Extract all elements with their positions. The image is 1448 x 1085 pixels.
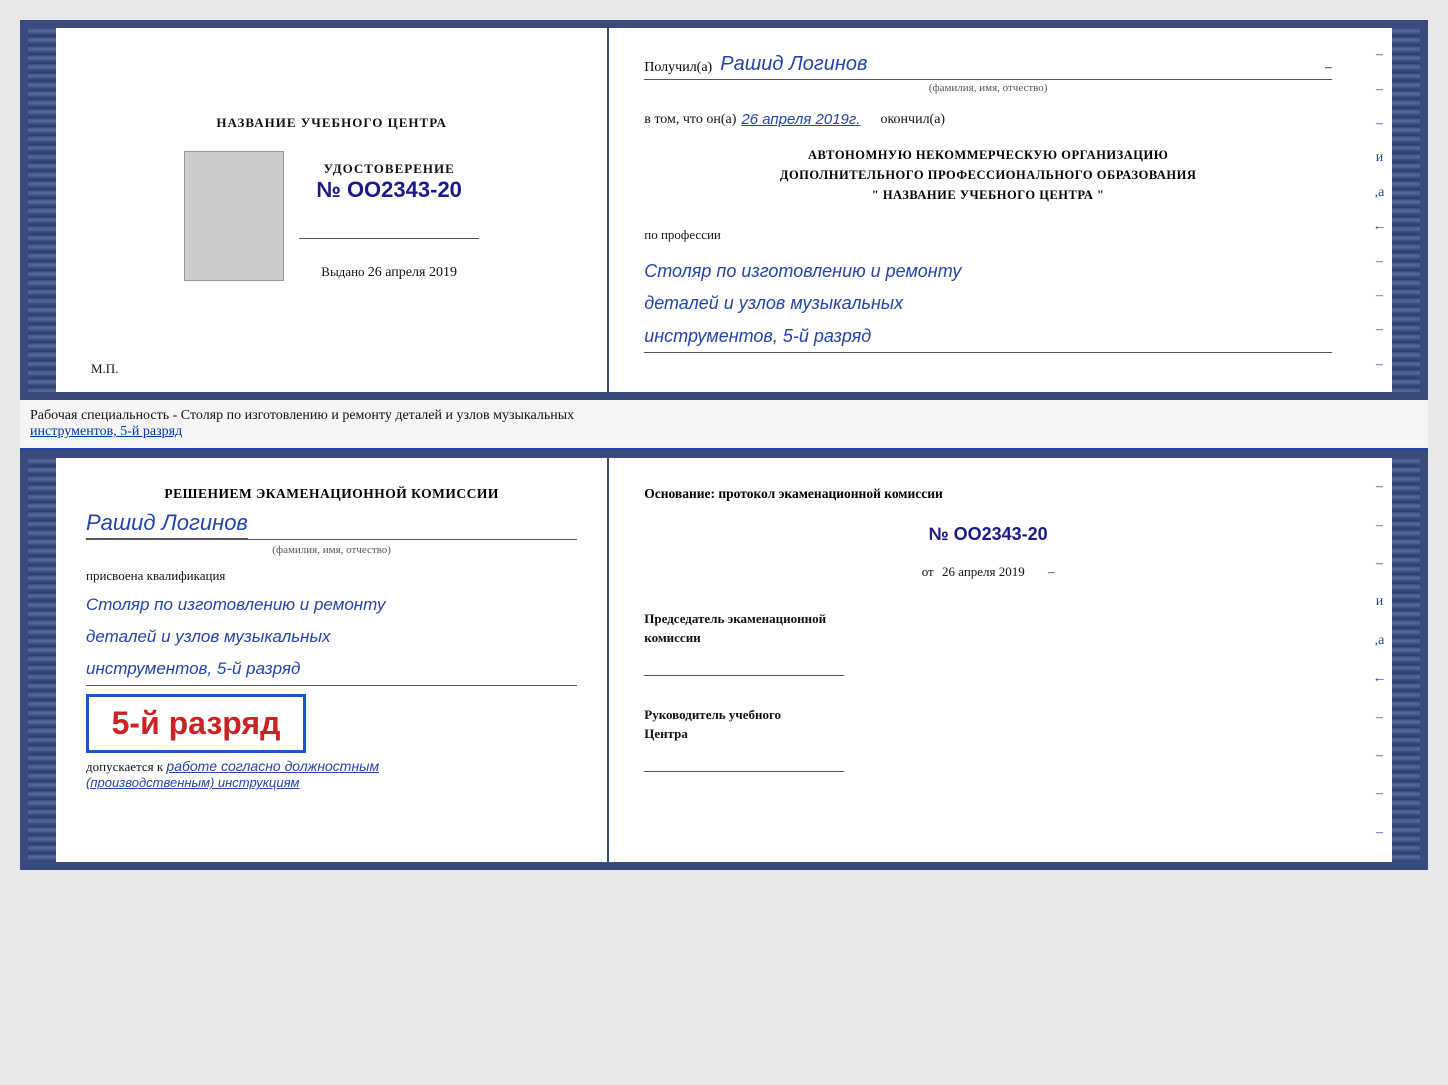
decision-title: Решением экаменационной комиссии [86, 483, 577, 505]
profession-block: Столяр по изготовлению и ремонту деталей… [644, 255, 1332, 353]
chairman-block: Председатель экаменационной комиссии [644, 609, 1332, 676]
handwritten-date: 26 апреля 2019г. [741, 111, 860, 128]
bottom-right-decorations: – – – и ,а ← – – – – [1367, 458, 1392, 862]
from-line: от 26 апреля 2019 – [644, 564, 1332, 580]
in-that-label: в том, что он(а) [644, 112, 736, 128]
profession-label: по профессии [644, 227, 1332, 243]
finished-label: окончил(а) [880, 112, 945, 128]
issued-line: Выдано 26 апреля 2019 [321, 264, 457, 281]
recipient-name: Рашид Логинов [720, 53, 867, 76]
bottom-left-panel: Решением экаменационной комиссии Рашид Л… [56, 458, 609, 862]
bottom-document: Решением экаменационной комиссии Рашид Л… [20, 450, 1428, 870]
specialty-text: Рабочая специальность - Столяр по изгото… [20, 400, 1428, 450]
director-block: Руководитель учебного Центра [644, 705, 1332, 772]
spine-right-bottom [1392, 458, 1420, 862]
allowed-text2: (производственным) инструкциям [86, 775, 577, 790]
from-label: от [922, 564, 934, 579]
photo-placeholder [184, 151, 284, 281]
cert-number-block: УДОСТОВЕРЕНИЕ № OO2343-20 [316, 161, 462, 203]
org-line2: ДОПОЛНИТЕЛЬНОГО ПРОФЕССИОНАЛЬНОГО ОБРАЗО… [644, 165, 1332, 185]
qual-line1: Столяр по изготовлению и ремонту [86, 589, 577, 621]
prof-line1: Столяр по изготовлению и ремонту [644, 255, 1332, 287]
person-name: Рашид Логинов [86, 510, 248, 539]
cert-number: № OO2343-20 [316, 177, 462, 203]
spine-left-bottom [28, 458, 56, 862]
top-left-panel: НАЗВАНИЕ УЧЕБНОГО ЦЕНТРА УДОСТОВЕРЕНИЕ №… [56, 28, 609, 392]
page-wrapper: НАЗВАНИЕ УЧЕБНОГО ЦЕНТРА УДОСТОВЕРЕНИЕ №… [20, 20, 1428, 870]
top-right-decorations: – – – и ,а ← – – – – [1367, 28, 1392, 392]
specialty-main: Рабочая специальность - Столяр по изгото… [30, 408, 574, 423]
chairman-signature-line [644, 656, 844, 676]
bottom-right-panel: Основание: протокол экаменационной комис… [609, 458, 1367, 862]
allowed-text: работе согласно должностным [166, 758, 379, 774]
specialty-underlined: инструментов, 5-й разряд [30, 424, 182, 439]
org-line3: " НАЗВАНИЕ УЧЕБНОГО ЦЕНТРА " [644, 185, 1332, 205]
spine-right-top [1392, 28, 1420, 392]
org-block: АВТОНОМНУЮ НЕКОММЕРЧЕСКУЮ ОРГАНИЗАЦИЮ ДО… [644, 145, 1332, 205]
rank-badge-text: 5-й разряд [104, 705, 288, 742]
rank-badge: 5-й разряд [86, 694, 306, 753]
issued-date: 26 апреля 2019 [368, 265, 457, 280]
prof-line2: деталей и узлов музыкальных [644, 287, 1332, 319]
from-date: 26 апреля 2019 [942, 564, 1025, 579]
received-label: Получил(а) [644, 60, 712, 76]
fio-hint-bottom: (фамилия, имя, отчество) [86, 544, 577, 556]
prof-line3: инструментов, 5-й разряд [644, 320, 1332, 352]
fio-hint-top: (фамилия, имя, отчество) [644, 82, 1332, 94]
qual-block: Столяр по изготовлению и ремонту деталей… [86, 589, 577, 687]
issued-label: Выдано [321, 264, 364, 279]
top-right-panel: Получил(а) Рашид Логинов – (фамилия, имя… [609, 28, 1367, 392]
top-document: НАЗВАНИЕ УЧЕБНОГО ЦЕНТРА УДОСТОВЕРЕНИЕ №… [20, 20, 1428, 400]
allowed-line: допускается к работе согласно должностны… [86, 758, 577, 775]
basis-title: Основание: протокол экаменационной комис… [644, 483, 1332, 505]
director-signature-line [644, 752, 844, 772]
director-label: Руководитель учебного Центра [644, 705, 1332, 744]
mp-line: М.П. [91, 361, 118, 377]
cert-label: УДОСТОВЕРЕНИЕ [316, 161, 462, 177]
org-line1: АВТОНОМНУЮ НЕКОММЕРЧЕСКУЮ ОРГАНИЗАЦИЮ [644, 145, 1332, 165]
date-line: в том, что он(а) 26 апреля 2019г. окончи… [644, 111, 1332, 128]
qual-line3: инструментов, 5-й разряд [86, 653, 577, 685]
chairman-label: Председатель экаменационной комиссии [644, 609, 1332, 648]
top-center-title: НАЗВАНИЕ УЧЕБНОГО ЦЕНТРА [216, 115, 447, 131]
protocol-number: № OO2343-20 [644, 524, 1332, 545]
qual-line2: деталей и узлов музыкальных [86, 621, 577, 653]
qual-label: присвоена квалификация [86, 568, 577, 584]
spine-left [28, 28, 56, 392]
allowed-label: допускается к [86, 759, 163, 774]
